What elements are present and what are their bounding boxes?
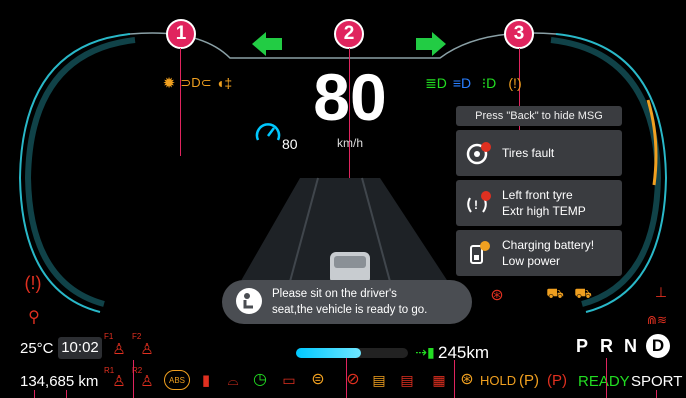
gear-r: R (600, 336, 613, 356)
esp-off-icon: ⛟ (574, 284, 592, 301)
tire-pressure-icon: ! (466, 190, 492, 216)
speed-value: 80 (313, 60, 387, 134)
steering-warning-icon: ⊛ (490, 287, 504, 304)
msg-line2: Low power (502, 254, 561, 268)
leader-line (66, 390, 67, 398)
range-value: 245km (438, 343, 490, 362)
cruise-control-icon (255, 123, 281, 141)
notice-line1: Please sit on the driver's (272, 288, 397, 300)
cruise-speed: 80 (282, 136, 298, 152)
low-beam-icon: ≣D (425, 74, 447, 91)
esp-icon: ⛟ (546, 284, 564, 301)
leader-line (656, 390, 657, 398)
battery-temp-icon: ▦ (432, 371, 446, 388)
leader-line (133, 360, 134, 398)
ready-indicator: READY (578, 373, 630, 390)
oil-icon: ⊜ (311, 371, 325, 388)
seat-icon (236, 288, 262, 314)
msg-card-tyre-temp[interactable]: ! Left front tyre Extr high TEMP (456, 180, 622, 226)
seatbelt-r2-icon: ♙ (140, 373, 154, 390)
high-beam-icon: ≡D (452, 75, 472, 91)
gear-n: N (624, 336, 637, 356)
auto-beam-icon: ⁝D (481, 74, 497, 91)
msg-header: Press "Back" to hide MSG (456, 106, 622, 126)
msg-line2: Extr high TEMP (502, 204, 586, 218)
battery-icon: ▭ (282, 371, 296, 388)
battery-warn-icon: ▤ (372, 371, 386, 388)
door-icon: ▮ (201, 372, 211, 389)
brake-warning-icon: (!) (24, 272, 42, 293)
callout-1: 1 (166, 19, 196, 49)
parking-light-icon: ⊃D⊂ (180, 75, 212, 90)
hold-indicator: HOLD (480, 373, 517, 388)
clock-icon: ◷ (253, 371, 267, 388)
fog-light-icon: ✹ (162, 75, 176, 92)
seatbelt-f2-icon: ♙ (140, 341, 154, 358)
notice-line2: seat,the vehicle is ready to go. (272, 304, 428, 316)
callout-1-leader (180, 48, 181, 156)
msg-line1: Left front tyre (502, 188, 573, 202)
msg-line1: Tires fault (502, 146, 555, 160)
leader-line (454, 360, 455, 398)
parking-brake-icon: (P) (519, 371, 539, 389)
right-turn-signal-icon (416, 32, 446, 56)
steering-icon: ⊛ (460, 371, 474, 388)
gear-d-selected: D (646, 334, 670, 358)
rear-fog-icon: ◖‡ (215, 75, 233, 91)
leader-line (606, 358, 607, 398)
battery-charging-icon (466, 240, 492, 266)
msg-card-battery[interactable]: Charging battery! Low power (456, 230, 622, 276)
callout-3: 3 (504, 19, 534, 49)
drive-mode: SPORT (631, 373, 683, 390)
leader-line (34, 390, 35, 398)
clock: 10:02 (58, 337, 102, 359)
charge-plug-icon: ⇢▮ (415, 343, 435, 360)
car-open-icon: ⌓ (227, 371, 239, 388)
brake-fault-icon: (!) (508, 75, 522, 91)
parking-icon: (P) (547, 371, 567, 389)
speed-unit: km/h (336, 136, 363, 150)
svg-text:!: ! (474, 198, 478, 212)
range-bar-fill (296, 348, 361, 358)
coolant-icon: ⊥ (654, 283, 668, 300)
gear-p: P (576, 336, 589, 356)
seatbelt-r1-icon: ♙ (112, 373, 126, 390)
seatbelt-f1-icon: ♙ (112, 341, 126, 358)
abs-icon: ABS (164, 370, 190, 390)
steering-fault-icon (466, 141, 492, 165)
msg-line1: Charging battery! (502, 238, 595, 252)
msg-card-tires[interactable]: Tires fault (456, 130, 622, 176)
leader-line (346, 358, 347, 398)
battery-charge-icon: ▤ (400, 371, 414, 388)
range-bar (296, 348, 408, 358)
seat-notice: Please sit on the driver's seat,the vehi… (222, 280, 472, 324)
temperature: 25°C (20, 340, 54, 357)
airbag-icon: ⚲ (28, 309, 40, 326)
left-turn-signal-icon (252, 32, 282, 56)
odometer: 134,685 km (20, 373, 99, 390)
lift-icon: ⋒≋ (646, 313, 668, 327)
callout-2: 2 (334, 19, 364, 49)
